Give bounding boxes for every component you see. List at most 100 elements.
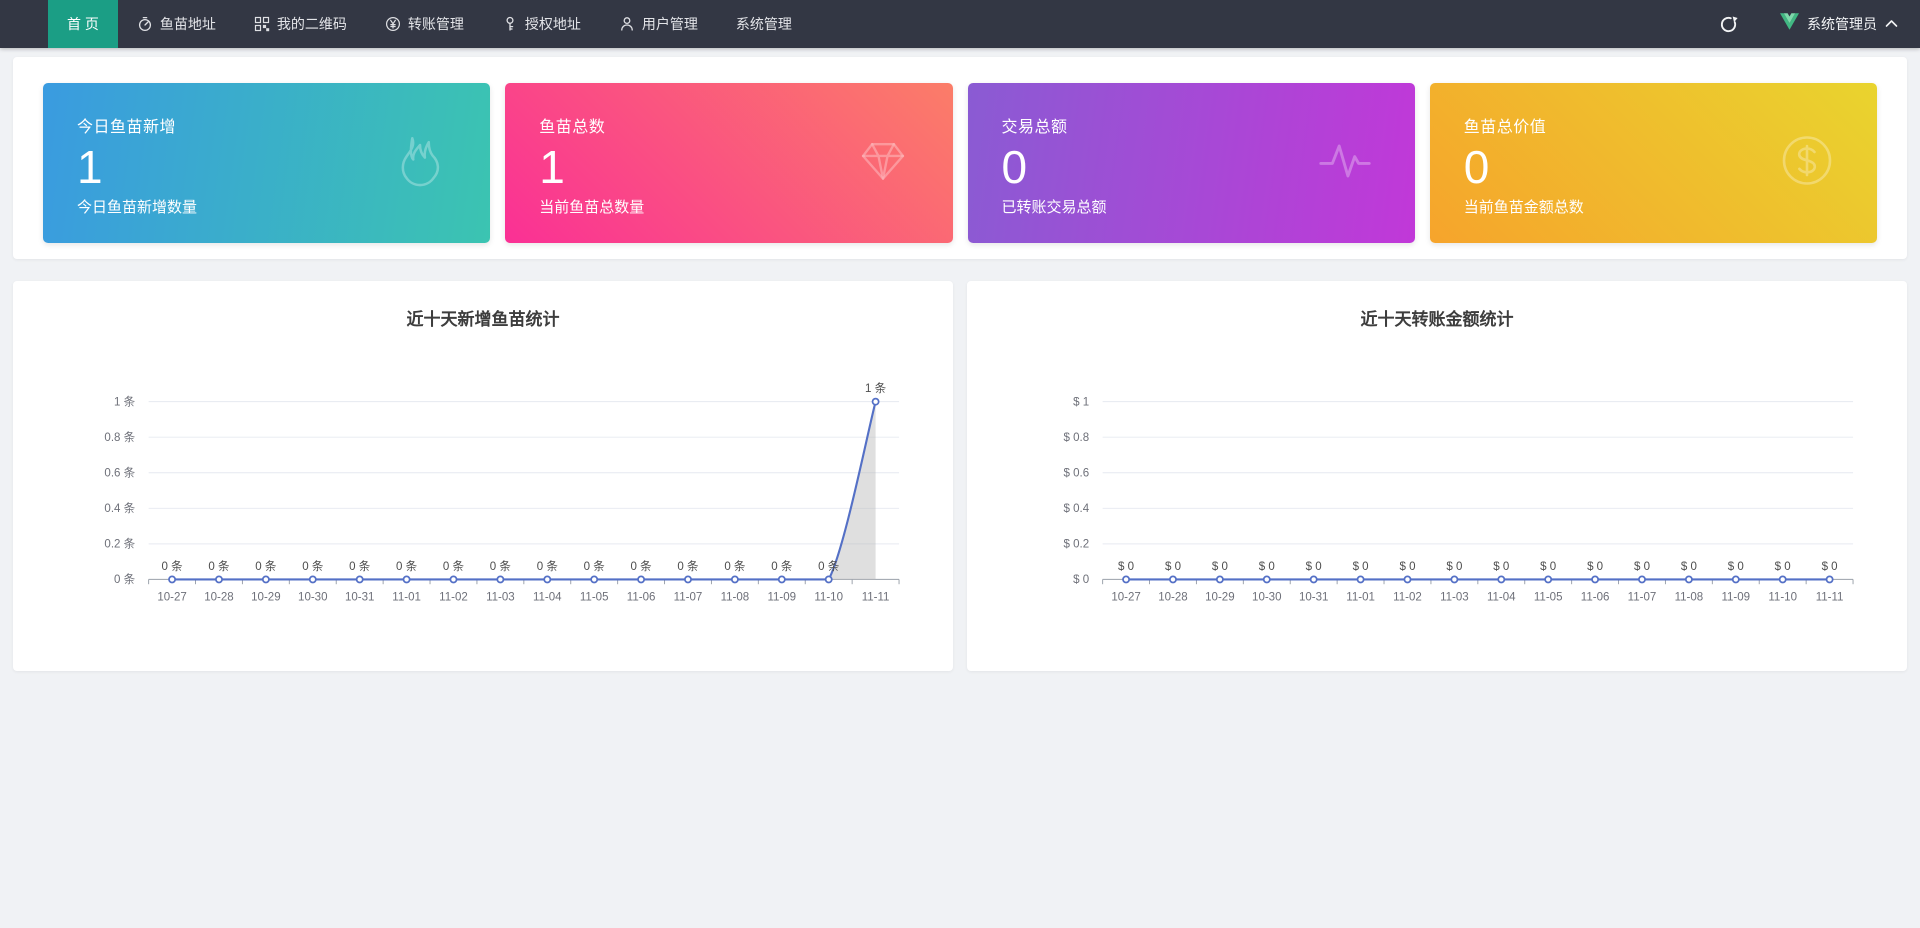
svg-text:11-01: 11-01: [1346, 592, 1375, 604]
svg-text:$ 0: $ 0: [1399, 561, 1415, 573]
svg-text:11-10: 11-10: [814, 592, 843, 604]
svg-text:11-09: 11-09: [1721, 592, 1750, 604]
svg-text:$ 0: $ 0: [1634, 561, 1650, 573]
svg-text:10-29: 10-29: [251, 592, 280, 604]
svg-text:11-02: 11-02: [439, 592, 468, 604]
svg-text:0 条: 0 条: [537, 559, 559, 573]
svg-text:$ 0: $ 0: [1775, 561, 1791, 573]
pulse-icon: [1313, 130, 1377, 197]
svg-text:0 条: 0 条: [771, 559, 793, 573]
svg-text:10-28: 10-28: [204, 592, 233, 604]
nav-item-transfer-mgmt[interactable]: 转账管理: [366, 0, 483, 48]
nav-item-label: 系统管理: [735, 16, 792, 32]
svg-text:$ 0: $ 0: [1073, 574, 1089, 586]
svg-text:$ 0: $ 0: [1353, 561, 1369, 573]
svg-text:11-11: 11-11: [1816, 592, 1844, 604]
svg-text:11-06: 11-06: [1581, 592, 1610, 604]
nav-item-label: 用户管理: [641, 16, 698, 32]
svg-text:11-03: 11-03: [486, 592, 515, 604]
stat-card-subtitle: 当前鱼苗总数量: [539, 199, 645, 216]
nav-item-my-qrcode[interactable]: 我的二维码: [235, 0, 366, 48]
new-fry-line-chart: 0 条 0.2 条 0.4 条 0.6 条 0.8 条 1 条 10-27 10-28 10-2…: [104, 381, 900, 604]
svg-text:10-30: 10-30: [298, 592, 327, 604]
transfer-amount-chart-title: 近十天转账金额统计: [1360, 310, 1514, 329]
svg-text:$ 0.4: $ 0.4: [1064, 503, 1090, 515]
stat-card-new-fry-today: 今日鱼苗新增 1 今日鱼苗新增数量: [43, 83, 491, 243]
svg-text:0 条: 0 条: [396, 559, 418, 573]
svg-text:10-31: 10-31: [1299, 592, 1328, 604]
stat-card-subtitle: 当前鱼苗金额总数: [1463, 199, 1584, 216]
svg-text:0 条: 0 条: [255, 559, 277, 573]
svg-text:11-07: 11-07: [1628, 592, 1657, 604]
svg-text:11-03: 11-03: [1440, 592, 1469, 604]
svg-text:1 条: 1 条: [865, 381, 887, 395]
svg-text:11-10: 11-10: [1768, 592, 1797, 604]
svg-text:$ 0: $ 0: [1259, 561, 1275, 573]
vue-logo: [1780, 13, 1799, 35]
nav-item-home[interactable]: 首 页: [48, 0, 118, 48]
nav-item-label: 我的二维码: [276, 16, 347, 32]
main-menu: 首 页 鱼苗地址 我的二维码 转账管理 授权地址 用户管理 系统管理: [48, 0, 811, 48]
svg-text:11-06: 11-06: [627, 592, 656, 604]
svg-text:10-28: 10-28: [1158, 592, 1187, 604]
svg-text:0 条: 0 条: [443, 559, 465, 573]
user-icon: [619, 16, 635, 32]
svg-text:$ 0: $ 0: [1587, 561, 1603, 573]
stat-card-subtitle: 今日鱼苗新增数量: [77, 199, 198, 216]
svg-text:10-27: 10-27: [1111, 592, 1140, 604]
yen-circle-icon: [385, 16, 401, 32]
stat-cards-row: 今日鱼苗新增 1 今日鱼苗新增数量 鱼苗总数 1 当前鱼苗总数量 交易总额 0 …: [43, 83, 1877, 243]
key-icon: [502, 16, 518, 32]
stat-card-total-fry: 鱼苗总数 1 当前鱼苗总数量: [505, 83, 953, 243]
svg-text:0 条: 0 条: [349, 559, 371, 573]
svg-text:11-05: 11-05: [580, 592, 609, 604]
svg-text:0 条: 0 条: [724, 559, 746, 573]
stat-card-subtitle: 已转账交易总额: [1001, 199, 1107, 216]
refresh-icon[interactable]: [1719, 15, 1738, 34]
svg-text:11-08: 11-08: [1675, 592, 1704, 604]
flame-icon: [390, 130, 452, 197]
svg-text:$ 0: $ 0: [1493, 561, 1509, 573]
nav-item-user-mgmt[interactable]: 用户管理: [600, 0, 717, 48]
svg-text:0 条: 0 条: [162, 559, 184, 573]
svg-text:11-02: 11-02: [1393, 592, 1422, 604]
svg-text:0 条: 0 条: [114, 572, 136, 586]
odometer-icon: [137, 16, 153, 32]
svg-text:11-09: 11-09: [767, 592, 796, 604]
svg-text:$ 1: $ 1: [1073, 396, 1089, 408]
svg-text:10-29: 10-29: [1205, 592, 1234, 604]
svg-text:$ 0: $ 0: [1446, 561, 1462, 573]
svg-text:11-08: 11-08: [721, 592, 750, 604]
svg-text:11-07: 11-07: [674, 592, 703, 604]
svg-text:$ 0: $ 0: [1118, 561, 1134, 573]
svg-text:0 条: 0 条: [584, 559, 606, 573]
svg-text:$ 0.8: $ 0.8: [1064, 432, 1090, 444]
transfer-amount-line-chart: $ 0 $ 0.2 $ 0.4 $ 0.6 $ 0.8 $ 1 10-27 10-28 10-2…: [1064, 396, 1854, 604]
charts-row: 近十天新增鱼苗统计 0 条 0.2 条 0.4 条 0.6 条 0.8 条 1 条 10-2…: [13, 281, 1907, 671]
svg-text:11-05: 11-05: [1534, 592, 1563, 604]
svg-text:11-11: 11-11: [862, 592, 890, 604]
nav-item-fry-address[interactable]: 鱼苗地址: [118, 0, 235, 48]
svg-text:11-04: 11-04: [1487, 592, 1516, 604]
svg-text:$ 0: $ 0: [1306, 561, 1322, 573]
nav-item-label: 鱼苗地址: [159, 16, 216, 32]
svg-text:0 条: 0 条: [208, 559, 230, 573]
svg-text:0 条: 0 条: [677, 559, 699, 573]
current-user-name: 系统管理员: [1807, 16, 1877, 32]
svg-text:$ 0: $ 0: [1681, 561, 1697, 573]
svg-text:0.8 条: 0.8 条: [104, 430, 135, 444]
svg-text:0 条: 0 条: [631, 559, 653, 573]
top-navbar: 首 页 鱼苗地址 我的二维码 转账管理 授权地址 用户管理 系统管理 系统管理员: [0, 0, 1920, 48]
nav-item-system-mgmt[interactable]: 系统管理: [717, 0, 811, 48]
svg-text:$ 0: $ 0: [1165, 561, 1181, 573]
svg-text:10-31: 10-31: [345, 592, 374, 604]
nav-item-auth-address[interactable]: 授权地址: [483, 0, 600, 48]
svg-text:$ 0: $ 0: [1212, 561, 1228, 573]
new-fry-chart-title: 近十天新增鱼苗统计: [406, 310, 560, 329]
stat-card-total-fry-value: 鱼苗总价值 0 当前鱼苗金额总数: [1429, 83, 1877, 243]
svg-text:10-30: 10-30: [1252, 592, 1281, 604]
user-menu[interactable]: 系统管理员: [1780, 13, 1898, 35]
svg-text:0 条: 0 条: [302, 559, 324, 573]
stat-card-total-transactions: 交易总额 0 已转账交易总额: [967, 83, 1415, 243]
svg-text:0.2 条: 0.2 条: [104, 537, 135, 551]
